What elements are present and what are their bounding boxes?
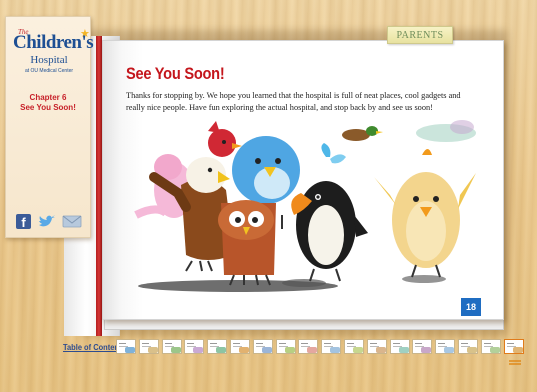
page-thumbnail[interactable]	[480, 339, 501, 354]
sidebar: The ★ Children's Hospital at OU Medical …	[5, 16, 94, 238]
parents-tab[interactable]: PARENTS	[387, 26, 453, 44]
page-thumbnail[interactable]	[207, 339, 228, 354]
logo-hospital: Hospital	[30, 54, 68, 66]
logo-name: Children's	[13, 32, 94, 53]
logo-subtitle: at OU Medical Center	[24, 68, 74, 74]
chapter-title: See You Soon!	[20, 103, 76, 112]
page-thumbnail[interactable]	[116, 339, 136, 354]
chapter-heading: Chapter 6 See You Soon!	[6, 93, 90, 113]
page-thumbnail[interactable]	[161, 339, 182, 354]
mail-icon[interactable]	[62, 214, 82, 229]
page-thumbnail[interactable]	[344, 339, 364, 354]
twitter-icon[interactable]	[38, 214, 56, 229]
page-number[interactable]: 18	[461, 298, 481, 316]
page-thumbnail[interactable]	[412, 339, 433, 354]
page-thumbnail[interactable]	[275, 339, 296, 354]
page-thumbnail[interactable]	[366, 339, 387, 354]
page-thumbnail[interactable]	[503, 339, 524, 354]
page-thumbnail[interactable]	[184, 339, 205, 354]
page-edges	[104, 320, 504, 330]
scroll-up-icon[interactable]	[507, 358, 523, 366]
page-thumbnail[interactable]	[230, 339, 250, 354]
page-body-text: Thanks for stopping by. We hope you lear…	[126, 91, 461, 112]
page-thumbnail[interactable]	[458, 339, 478, 354]
page-title: See You Soon!	[126, 64, 225, 83]
facebook-icon[interactable]: f	[16, 214, 31, 230]
childrens-hospital-logo[interactable]: The ★ Children's Hospital at OU Medical …	[10, 23, 94, 83]
chapter-label: Chapter 6	[29, 93, 67, 102]
page-thumbnail[interactable]	[298, 339, 319, 354]
birds-illustration	[134, 120, 476, 292]
page-thumbnail[interactable]	[138, 339, 159, 354]
page-thumbnail[interactable]	[389, 339, 410, 354]
social-links: f	[16, 214, 88, 230]
page-thumbnail[interactable]	[435, 339, 456, 354]
page-thumbnail[interactable]	[321, 339, 342, 354]
page-thumbnails	[116, 339, 526, 355]
page-thumbnail[interactable]	[252, 339, 273, 354]
